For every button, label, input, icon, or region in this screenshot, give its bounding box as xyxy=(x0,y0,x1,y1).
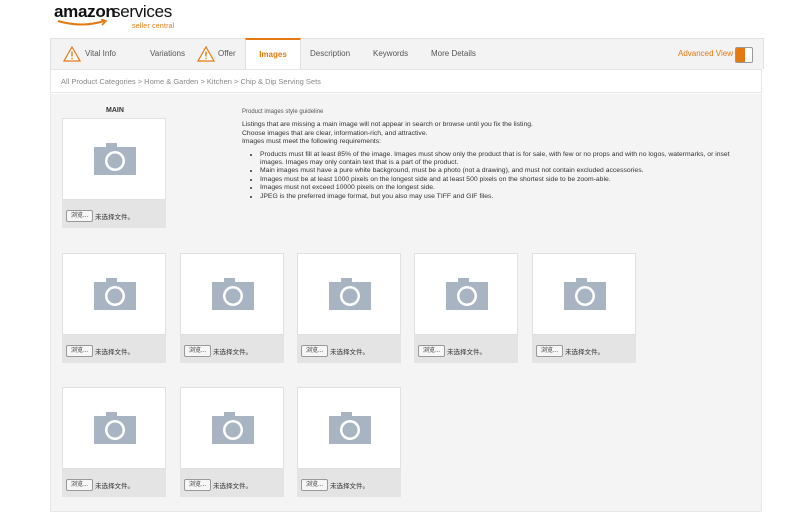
tab-more-details[interactable]: More Details xyxy=(431,39,476,69)
tab-images[interactable]: Images xyxy=(245,38,301,71)
guideline-text: Images must meet the following requireme… xyxy=(242,138,382,146)
guideline-heading: Product images style guideline xyxy=(242,109,324,115)
browse-button[interactable]: 浏览... xyxy=(184,479,212,491)
image-slot: 浏览... 未选择文件。 xyxy=(297,253,401,363)
amazon-services-logo: amazon services seller central xyxy=(54,2,184,36)
file-input[interactable]: 浏览... 未选择文件。 xyxy=(66,479,134,491)
no-file-label: 未选择文件。 xyxy=(330,349,370,356)
tab-variations[interactable]: Variations xyxy=(150,39,185,69)
browse-button[interactable]: 浏览... xyxy=(418,345,446,357)
image-slot: 浏览... 未选择文件。 xyxy=(180,253,284,363)
warning-icon xyxy=(197,46,215,62)
camera-icon xyxy=(212,278,254,314)
camera-icon xyxy=(94,278,136,314)
browse-button[interactable]: 浏览... xyxy=(301,479,329,491)
requirement-item: Main images must have a pure white backg… xyxy=(260,167,732,175)
browse-button[interactable]: 浏览... xyxy=(536,345,564,357)
file-input[interactable]: 浏览... 未选择文件。 xyxy=(418,345,486,357)
image-slot: 浏览... 未选择文件。 xyxy=(180,387,284,497)
file-input[interactable]: 浏览... 未选择文件。 xyxy=(536,345,604,357)
file-input[interactable]: 浏览... 未选择文件。 xyxy=(301,345,369,357)
logo-sub: seller central xyxy=(132,23,175,30)
image-slot: 浏览... 未选择文件。 xyxy=(532,253,636,363)
logo-product: services xyxy=(112,2,172,21)
image-slot: 浏览... 未选择文件。 xyxy=(62,387,166,497)
browse-button[interactable]: 浏览... xyxy=(301,345,329,357)
camera-icon xyxy=(446,278,488,314)
warning-icon xyxy=(63,46,81,62)
image-placeholder xyxy=(297,387,401,469)
requirement-item: Images must not exceed 10000 pixels on t… xyxy=(260,184,732,192)
browse-button[interactable]: 浏览... xyxy=(66,210,94,222)
main-image-label: MAIN xyxy=(106,107,124,114)
image-placeholder xyxy=(180,253,284,335)
file-input[interactable]: 浏览... 未选择文件。 xyxy=(184,479,252,491)
file-input[interactable]: 浏览... 未选择文件。 xyxy=(66,210,134,222)
file-input[interactable]: 浏览... 未选择文件。 xyxy=(184,345,252,357)
browse-button[interactable]: 浏览... xyxy=(184,345,212,357)
image-placeholder xyxy=(297,253,401,335)
no-file-label: 未选择文件。 xyxy=(330,483,370,490)
breadcrumb: All Product Categories > Home & Garden >… xyxy=(50,69,762,93)
file-input[interactable]: 浏览... 未选择文件。 xyxy=(66,345,134,357)
no-file-label: 未选择文件。 xyxy=(565,349,605,356)
toggle-knob xyxy=(736,48,745,62)
image-slot: 浏览... 未选择文件。 xyxy=(414,253,518,363)
tab-vital-info[interactable]: Vital Info xyxy=(85,39,116,69)
camera-icon xyxy=(564,278,606,314)
image-placeholder xyxy=(180,387,284,469)
image-placeholder xyxy=(62,118,166,200)
advanced-view-toggle[interactable] xyxy=(735,47,753,63)
tab-offer[interactable]: Offer xyxy=(218,39,236,69)
camera-icon xyxy=(329,412,371,448)
requirement-item: Images must be at least 1000 pixels on t… xyxy=(260,176,732,184)
no-file-label: 未选择文件。 xyxy=(213,349,253,356)
tab-keywords[interactable]: Keywords xyxy=(373,39,408,69)
requirement-item: JPEG is the preferred image format, but … xyxy=(260,193,732,201)
camera-icon xyxy=(329,278,371,314)
no-file-label: 未选择文件。 xyxy=(447,349,487,356)
no-file-label: 未选择文件。 xyxy=(95,349,135,356)
image-guidelines: Product images style guideline Listings … xyxy=(242,108,732,201)
image-slot: 浏览... 未选择文件。 xyxy=(297,387,401,497)
camera-icon xyxy=(94,143,136,179)
image-placeholder xyxy=(414,253,518,335)
advanced-view-label[interactable]: Advanced View xyxy=(678,39,733,69)
guideline-text: Choose images that are clear, informatio… xyxy=(242,129,428,137)
requirement-item: Products must fill at least 85% of the i… xyxy=(260,151,732,168)
guideline-text: Listings that are missing a main image w… xyxy=(242,121,533,129)
camera-icon xyxy=(94,412,136,448)
image-slot: 浏览... 未选择文件。 xyxy=(62,253,166,363)
smile-arrow-icon xyxy=(57,19,108,26)
browse-button[interactable]: 浏览... xyxy=(66,479,94,491)
no-file-label: 未选择文件。 xyxy=(95,214,135,221)
tab-bar: Vital Info Variations Offer Images Descr… xyxy=(50,38,764,71)
no-file-label: 未选择文件。 xyxy=(95,483,135,490)
file-input[interactable]: 浏览... 未选择文件。 xyxy=(301,479,369,491)
browse-button[interactable]: 浏览... xyxy=(66,345,94,357)
image-placeholder xyxy=(62,387,166,469)
main-image-slot: 浏览... 未选择文件。 xyxy=(62,118,166,228)
image-placeholder xyxy=(532,253,636,335)
tab-description[interactable]: Description xyxy=(310,39,350,69)
no-file-label: 未选择文件。 xyxy=(213,483,253,490)
requirements-list: Products must fill at least 85% of the i… xyxy=(242,151,732,201)
camera-icon xyxy=(212,412,254,448)
image-placeholder xyxy=(62,253,166,335)
